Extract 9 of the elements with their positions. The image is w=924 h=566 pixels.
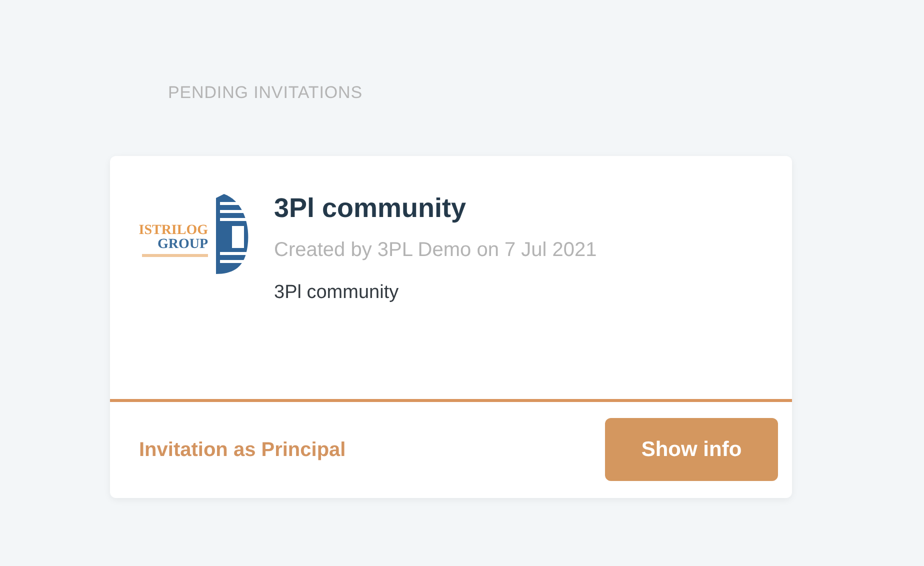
community-title: 3Pl community xyxy=(274,192,468,225)
logo-text: ISTRILOG xyxy=(138,224,208,238)
section-title: PENDING INVITATIONS xyxy=(168,82,364,104)
community-description: 3Pl community xyxy=(274,281,400,306)
logo-tagline xyxy=(142,254,208,256)
logo-text: GROUP xyxy=(157,238,208,252)
created-by-text: Created by 3PL Demo on 7 Jul 2021 xyxy=(274,238,597,264)
show-info-button[interactable]: Show info xyxy=(605,418,778,481)
invitation-role: Invitation as Principal xyxy=(139,438,346,462)
